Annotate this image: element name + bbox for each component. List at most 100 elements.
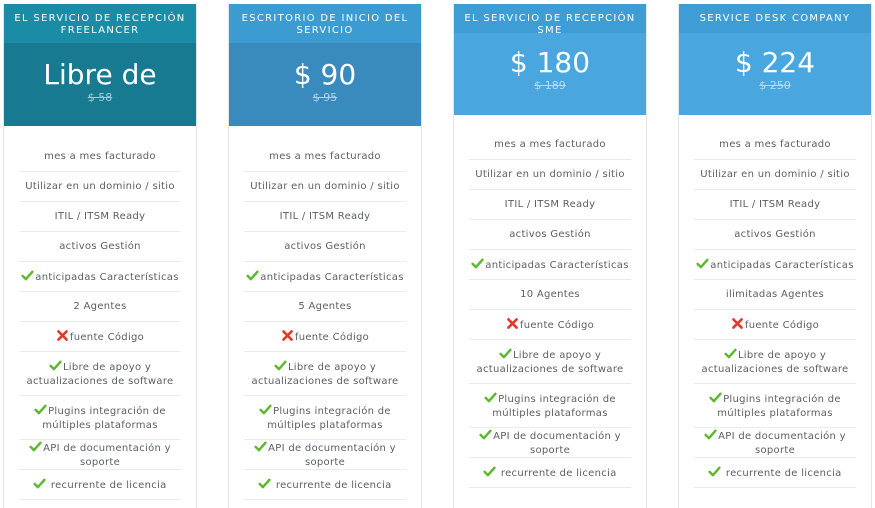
feature-label: Plugins integración de múltiples platafo… [267, 405, 391, 431]
pricing-plan-sme: EL SERVICIO DE RECEPCIÓN SME $ 180 $ 189… [453, 4, 647, 508]
feature-label: anticipadas Características [485, 259, 629, 271]
feature-item: ITIL / ITSM Ready [469, 190, 631, 220]
feature-item: anticipadas Características [244, 262, 406, 292]
feature-item: fuente Código [469, 310, 631, 340]
feature-label: anticipadas Características [35, 271, 179, 283]
feature-label: 2 Agentes [73, 300, 127, 312]
feature-item: 2 Agentes [19, 292, 181, 322]
feature-item: recurrente de licencia [694, 458, 856, 488]
price-box: Libre de $ 58 [4, 43, 196, 126]
feature-label: mes a mes facturado [719, 138, 831, 150]
check-icon [704, 428, 717, 441]
feature-label: Plugins integración de múltiples platafo… [717, 393, 841, 419]
plan-price: $ 180 [509, 46, 591, 79]
feature-item: mes a mes facturado [244, 142, 406, 172]
pricing-plan-startup: ESCRITORIO DE INICIO DEL SERVICIO $ 90 $… [228, 4, 422, 508]
feature-content: fuente Código [56, 329, 144, 345]
feature-label: activos Gestión [284, 240, 366, 252]
feature-list: mes a mes facturado Utilizar en un domini… [694, 130, 856, 488]
feature-content: Libre de apoyo y actualizaciones de soft… [250, 359, 400, 389]
feature-content: 5 Agentes [298, 300, 351, 314]
plan-title: SERVICE DESK COMPANY [679, 4, 871, 33]
plan-title: EL SERVICIO DE RECEPCIÓN SME [454, 4, 646, 36]
feature-item: mes a mes facturado [694, 130, 856, 160]
feature-label: activos Gestión [59, 240, 141, 252]
feature-item: mes a mes facturado [19, 142, 181, 172]
price-box: $ 90 $ 95 [229, 43, 421, 126]
feature-content: anticipadas Características [471, 257, 628, 273]
feature-label: activos Gestión [734, 228, 816, 240]
feature-item: API de documentación y soporte [469, 428, 631, 458]
feature-item: API de documentación y soporte [694, 428, 856, 458]
feature-content: ITIL / ITSM Ready [505, 198, 596, 212]
feature-content: Libre de apoyo y actualizaciones de soft… [475, 347, 625, 377]
feature-item: API de documentación y soporte [19, 440, 181, 470]
feature-item: Libre de apoyo y actualizaciones de soft… [469, 340, 631, 384]
feature-content: API de documentación y soporte [19, 440, 181, 470]
feature-content: Plugins integración de múltiples platafo… [250, 403, 400, 433]
feature-content: recurrente de licencia [483, 465, 616, 481]
feature-content: mes a mes facturado [269, 150, 381, 164]
feature-content: 10 Agentes [520, 288, 580, 302]
feature-item: API de documentación y soporte [244, 440, 406, 470]
feature-item: Libre de apoyo y actualizaciones de soft… [244, 352, 406, 396]
check-icon [479, 428, 492, 441]
feature-label: anticipadas Características [710, 259, 854, 271]
feature-content: Libre de apoyo y actualizaciones de soft… [700, 347, 850, 377]
feature-item: anticipadas Características [694, 250, 856, 280]
feature-item: anticipadas Características [469, 250, 631, 280]
feature-label: ilimitadas Agentes [725, 288, 825, 300]
plan-old-price: $ 95 [312, 91, 338, 104]
feature-content: ilimitadas Agentes [726, 288, 824, 302]
feature-content: activos Gestión [59, 240, 141, 254]
feature-content: recurrente de licencia [33, 477, 166, 493]
check-icon [483, 465, 497, 478]
feature-content: Utilizar en un dominio / sitio [250, 180, 400, 194]
price-box: $ 180 $ 189 [454, 33, 646, 115]
feature-content: Utilizar en un dominio / sitio [475, 168, 625, 182]
feature-content: fuente Código [731, 317, 819, 333]
feature-content: anticipadas Características [246, 269, 403, 285]
feature-label: Plugins integración de múltiples platafo… [42, 405, 166, 431]
feature-label: fuente Código [744, 319, 820, 331]
feature-content: ITIL / ITSM Ready [55, 210, 146, 224]
feature-label: Utilizar en un dominio / sitio [475, 168, 625, 180]
check-icon [254, 440, 267, 453]
feature-label: API de documentación y soporte [493, 430, 621, 456]
feature-label: ITIL / ITSM Ready [279, 210, 371, 222]
check-icon [484, 391, 497, 404]
feature-content: recurrente de licencia [708, 465, 841, 481]
feature-label: activos Gestión [509, 228, 591, 240]
check-icon [33, 477, 47, 490]
plan-old-price: $ 189 [534, 79, 566, 92]
feature-item: fuente Código [244, 322, 406, 352]
feature-item: ilimitadas Agentes [694, 280, 856, 310]
feature-item: Utilizar en un dominio / sitio [469, 160, 631, 190]
check-icon [29, 440, 42, 453]
feature-item: Utilizar en un dominio / sitio [244, 172, 406, 202]
check-icon [258, 477, 272, 490]
plan-price: $ 90 [293, 58, 357, 91]
plan-title: EL SERVICIO DE RECEPCIÓN FREELANCER [4, 4, 196, 43]
feature-content: ITIL / ITSM Ready [730, 198, 821, 212]
pricing-plan-freelancer: EL SERVICIO DE RECEPCIÓN FREELANCER Libr… [3, 4, 197, 508]
feature-list: mes a mes facturado Utilizar en un domini… [244, 142, 406, 500]
feature-item: activos Gestión [244, 232, 406, 262]
check-icon [724, 347, 737, 360]
feature-content: activos Gestión [734, 228, 816, 242]
check-icon [246, 269, 259, 282]
feature-label: ITIL / ITSM Ready [729, 198, 821, 210]
feature-item: activos Gestión [469, 220, 631, 250]
feature-item: ITIL / ITSM Ready [19, 202, 181, 232]
check-icon [696, 257, 709, 270]
feature-label: anticipadas Características [260, 271, 404, 283]
plan-price: $ 224 [734, 46, 816, 79]
feature-item: recurrente de licencia [469, 458, 631, 488]
feature-item: 10 Agentes [469, 280, 631, 310]
check-icon [471, 257, 484, 270]
feature-label: 10 Agentes [520, 288, 580, 300]
feature-label: mes a mes facturado [269, 150, 381, 162]
feature-label: mes a mes facturado [44, 150, 156, 162]
feature-label: Utilizar en un dominio / sitio [700, 168, 850, 180]
cross-icon [506, 317, 519, 330]
